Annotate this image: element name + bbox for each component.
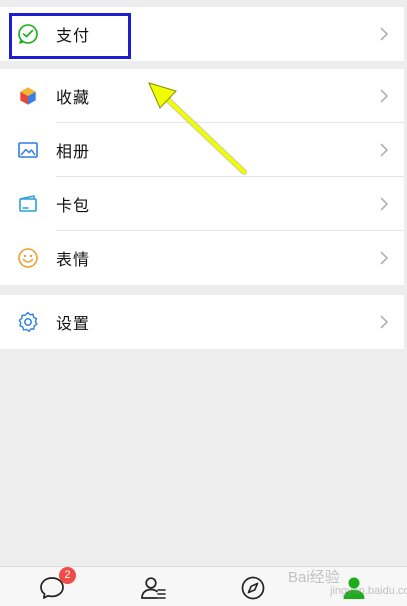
- card-wallet-icon: [19, 195, 37, 212]
- menu-item-favorites-label: 收藏: [56, 88, 91, 107]
- album-icon: [18, 142, 38, 158]
- chevron-right-icon: [380, 315, 389, 329]
- menu-item-settings[interactable]: 设置: [0, 295, 404, 349]
- tools-group: 收藏 相册 卡包 表情: [0, 69, 404, 285]
- menu-item-stickers[interactable]: 表情: [0, 231, 404, 285]
- chat-unread-badge: 2: [59, 567, 76, 584]
- menu-item-settings-label: 设置: [56, 314, 91, 333]
- chevron-right-icon: [380, 89, 389, 103]
- favorites-cube-icon: [19, 86, 37, 106]
- chevron-right-icon: [380, 27, 389, 41]
- menu-item-album-label: 相册: [56, 142, 91, 161]
- menu-item-cards-label: 卡包: [56, 196, 91, 215]
- chevron-right-icon: [380, 251, 389, 265]
- menu-item-album[interactable]: 相册: [0, 123, 404, 177]
- smiley-icon: [18, 248, 38, 268]
- menu-item-favorites[interactable]: 收藏: [0, 69, 404, 123]
- menu-item-stickers-label: 表情: [56, 250, 91, 269]
- chevron-right-icon: [380, 197, 389, 211]
- highlight-box: [9, 13, 131, 59]
- chevron-right-icon: [380, 143, 389, 157]
- menu-item-cards[interactable]: 卡包: [0, 177, 404, 231]
- watermark-logo: Bai经验: [288, 569, 340, 586]
- gear-icon: [18, 311, 38, 333]
- settings-group: 设置: [0, 295, 404, 349]
- me-page: 支付 收藏 相册 卡包 表情 设置 2 Bai经验 jingyan.baidu.…: [0, 0, 407, 606]
- contacts-icon[interactable]: [138, 573, 168, 603]
- watermark-url: jingyan.baidu.com: [330, 585, 407, 597]
- discover-compass-icon[interactable]: [238, 573, 268, 603]
